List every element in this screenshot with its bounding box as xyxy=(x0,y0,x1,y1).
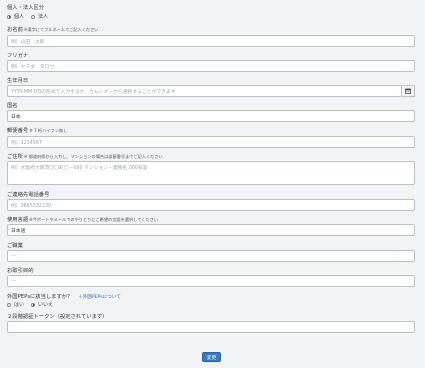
name-label-text: お名前 xyxy=(7,27,23,33)
token-input[interactable] xyxy=(7,321,415,333)
entity-type-label: 個人・法人区分 xyxy=(7,5,45,11)
zip-label-text: 郵便番号 xyxy=(7,128,29,134)
occupation-select[interactable]: --- xyxy=(7,250,415,262)
entity-type-individual-radio[interactable] xyxy=(7,14,11,19)
phone-label: ご連絡先電話番号 xyxy=(7,192,50,198)
language-select[interactable]: 日本語 xyxy=(7,224,415,236)
peps-no-radio[interactable] xyxy=(31,302,36,307)
calendar-button[interactable] xyxy=(402,85,415,97)
token-label: ２段階認証トークン（設定されています） xyxy=(7,314,108,320)
purpose-select[interactable]: --- xyxy=(7,275,415,287)
calendar-icon xyxy=(405,88,411,94)
address-label: ご住所※ 都道府県から入力し、マンションの場合は部屋番号までご記入ください xyxy=(7,152,163,160)
submit-button[interactable]: 変更 xyxy=(202,352,221,362)
peps-label-text: 外国PEPsに該当しますか？ xyxy=(7,294,73,300)
entity-type-corporate-label: 法人 xyxy=(38,14,49,20)
language-label: 使用言語※サポートやメールでのやりとりにご希望の言語を選択してください xyxy=(7,215,158,223)
peps-no-label: いいえ xyxy=(38,302,54,308)
kana-label: フリガナ xyxy=(7,53,29,59)
address-hint: ※ 都道府県から入力し、マンションの場合は部屋番号までご記入ください xyxy=(23,154,163,159)
peps-info-link[interactable]: ＋外国PEPsについて xyxy=(78,295,121,300)
address-textarea[interactable]: 例）大阪府大阪市〇〇町〇－000 マンション・建物名 000号室 xyxy=(7,161,415,185)
zip-hint: ※ 7 桁ハイフン無し xyxy=(29,128,68,133)
entity-type-individual-label: 個人 xyxy=(14,14,25,20)
zip-label: 郵便番号※ 7 桁ハイフン無し xyxy=(7,126,67,134)
country-label: 国名 xyxy=(7,103,18,109)
kana-input[interactable]: 例）ヤマダ タロウ xyxy=(7,60,415,72)
name-label: お名前※漢字にてフルネームでご記入ください xyxy=(7,25,98,33)
purpose-label: お取引目的 xyxy=(7,268,34,274)
peps-label: 外国PEPsに該当しますか？ ＋外国PEPsについて xyxy=(7,292,121,300)
name-hint: ※漢字にてフルネームでご記入ください xyxy=(23,27,99,32)
phone-input[interactable]: 例）0665332230 xyxy=(7,199,415,211)
entity-type-radio-group: 個人 法人 xyxy=(7,13,48,20)
peps-yes-radio[interactable] xyxy=(7,302,11,307)
birthdate-input[interactable]: YYYY-MM-DDの形式で入力するか、カレンダーから選択することができます xyxy=(7,85,402,97)
language-label-text: 使用言語 xyxy=(7,217,29,223)
zip-input[interactable]: 例）1234567 xyxy=(7,136,415,148)
peps-yes-label: はい xyxy=(14,302,25,308)
name-input[interactable]: 例）山田 太郎 xyxy=(7,35,415,47)
address-label-text: ご住所 xyxy=(7,154,23,160)
country-field[interactable]: 日本 xyxy=(7,110,415,122)
peps-radio-group: はい いいえ xyxy=(7,301,53,308)
language-hint: ※サポートやメールでのやりとりにご希望の言語を選択してください xyxy=(29,217,159,222)
birthdate-label: 生年月日 xyxy=(7,78,29,84)
entity-type-corporate-radio[interactable] xyxy=(31,14,36,19)
occupation-label: ご職業 xyxy=(7,243,23,249)
